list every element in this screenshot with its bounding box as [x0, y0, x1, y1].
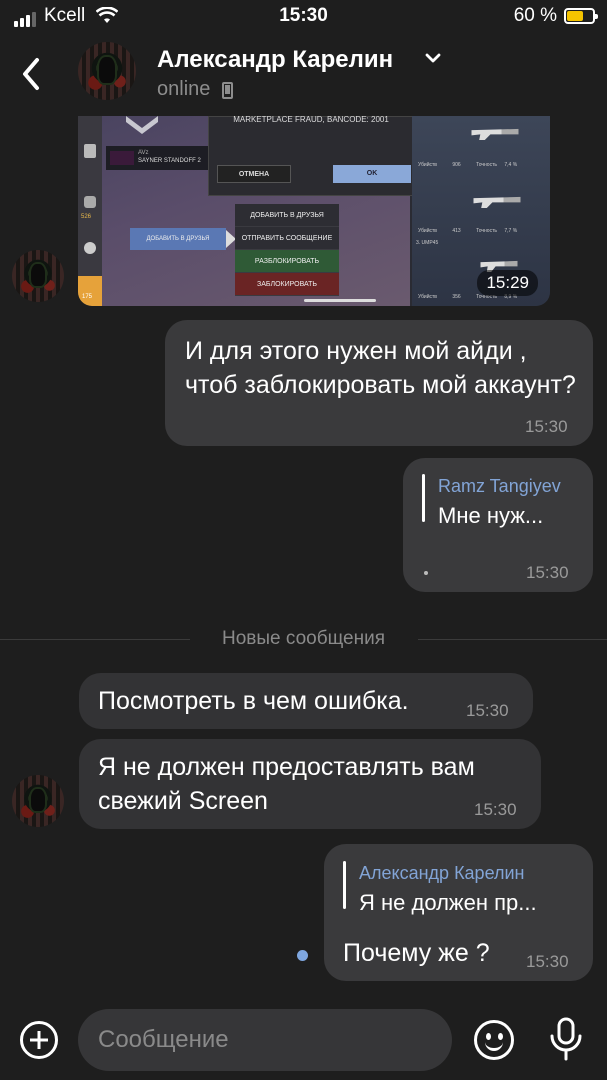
- weapon-label: 3. UMP45: [416, 240, 439, 246]
- sender-avatar[interactable]: [12, 775, 64, 827]
- reply-quote-bar: [422, 474, 425, 522]
- chevron-left-icon[interactable]: [16, 54, 46, 94]
- battery-percent: 60 %: [513, 5, 557, 26]
- contact-name[interactable]: Александр Карелин: [157, 46, 393, 74]
- game-scroll-indicator: [304, 299, 376, 302]
- game-context-menu: ДОБАВИТЬ В ДРУЗЬЯ ОТПРАВИТЬ СООБЩЕНИЕ РА…: [235, 204, 339, 296]
- reply-snippet: Я не должен пр...: [359, 890, 537, 915]
- read-indicator: [424, 571, 428, 575]
- message-time: 15:30: [525, 417, 568, 436]
- emoji-icon[interactable]: [474, 1020, 514, 1060]
- weapon-stat-row: Убийств 906 Точность 7,4 %: [418, 162, 518, 168]
- incoming-message[interactable]: Я не должен предоставлять вам свежий Scr…: [79, 739, 541, 829]
- game-side-panel: 526 175: [78, 116, 102, 306]
- dialog-ok: OK: [333, 165, 411, 183]
- message-input-placeholder: Сообщение: [98, 1026, 229, 1053]
- player-card: AVz SAYNER STANDOFF 2: [106, 146, 208, 170]
- message-text: Я не должен предоставлять вам свежий Scr…: [98, 753, 475, 815]
- chevron-down-icon[interactable]: [424, 52, 442, 64]
- outgoing-message[interactable]: И для этого нужен мой айди , чтоб заблок…: [165, 320, 593, 446]
- outgoing-message[interactable]: Александр Карелин Я не должен пр... Поче…: [324, 844, 593, 981]
- message-time: 15:30: [474, 800, 517, 819]
- game-menu-item: ОТПРАВИТЬ СООБЩЕНИЕ: [235, 227, 339, 250]
- sender-avatar[interactable]: [12, 250, 64, 302]
- message-time: 15:30: [526, 952, 569, 971]
- player-tag: AVz: [138, 150, 149, 156]
- unread-dot: [297, 950, 308, 961]
- reply-snippet: Мне нуж...: [438, 503, 544, 528]
- message-text: Посмотреть в чем ошибка.: [98, 687, 409, 715]
- game-menu-item: ЗАБЛОКИРОВАТЬ: [235, 273, 339, 296]
- microphone-icon[interactable]: [546, 1016, 586, 1062]
- battery-icon: [564, 8, 598, 24]
- player-logo: [110, 151, 134, 165]
- message-time: 15:30: [466, 701, 509, 720]
- contact-status: online: [157, 78, 211, 100]
- game-dialog: MARKETPLACE FRAUD, BANCODE: 2001 ОТМЕНА …: [208, 116, 414, 196]
- incoming-message[interactable]: Посмотреть в чем ошибка. 15:30: [79, 673, 533, 729]
- dialog-cancel: ОТМЕНА: [217, 165, 291, 183]
- phone-icon: [222, 82, 233, 99]
- message-input[interactable]: Сообщение: [78, 1009, 452, 1071]
- new-messages-divider: Новые сообщения: [222, 628, 385, 649]
- message-text: И для этого нужен мой айди , чтоб заблок…: [185, 337, 576, 399]
- game-side-number: 175: [82, 294, 93, 300]
- chat-header: Александр Карелин online: [0, 36, 607, 116]
- reply-author: Александр Карелин: [359, 863, 525, 883]
- game-menu-item: РАЗБЛОКИРОВАТЬ: [235, 250, 339, 273]
- contact-avatar[interactable]: [78, 42, 136, 100]
- weapon-stat-row: Убийств 413 Точность 7,7 %: [418, 228, 518, 234]
- game-side-number: 526: [81, 214, 92, 220]
- game-add-friend: ДОБАВИТЬ В ДРУЗЬЯ: [130, 228, 226, 250]
- outgoing-message[interactable]: Ramz Tangiyev Мне нуж... 15:30: [403, 458, 593, 592]
- game-menu-item: ДОБАВИТЬ В ДРУЗЬЯ: [235, 204, 339, 227]
- media-message[interactable]: 526 175 AVz SAYNER STANDOFF 2 MARKETPLAC…: [78, 116, 550, 306]
- message-time: 15:29: [477, 270, 538, 296]
- message-input-bar: Сообщение: [0, 1000, 607, 1080]
- plus-circle-icon[interactable]: [20, 1021, 58, 1059]
- message-text: Почему же ?: [343, 939, 490, 967]
- reply-quote-bar: [343, 861, 346, 909]
- reply-author: Ramz Tangiyev: [438, 476, 561, 496]
- status-bar: Kcell 15:30 60 %: [0, 0, 607, 36]
- rank-icon: [126, 116, 158, 134]
- player-name: SAYNER STANDOFF 2: [138, 158, 201, 164]
- message-time: 15:30: [526, 563, 569, 582]
- dialog-title: MARKETPLACE FRAUD, BANCODE: 2001: [233, 116, 389, 124]
